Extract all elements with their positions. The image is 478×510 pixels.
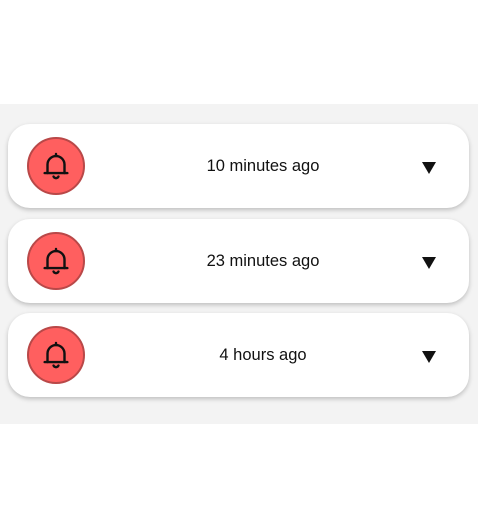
bell-icon-badge	[27, 137, 85, 195]
bell-icon-badge	[27, 326, 85, 384]
bell-icon	[43, 247, 69, 275]
bell-icon	[43, 152, 69, 180]
chevron-down-icon[interactable]	[419, 346, 439, 366]
notification-card[interactable]: 23 minutes ago	[8, 219, 469, 303]
bell-icon-badge	[27, 232, 85, 290]
notification-time: 4 hours ago	[219, 345, 307, 364]
notification-card[interactable]: 4 hours ago	[8, 313, 469, 397]
notification-time: 10 minutes ago	[206, 156, 320, 175]
chevron-down-icon[interactable]	[419, 157, 439, 177]
notification-card[interactable]: 10 minutes ago	[8, 124, 469, 208]
chevron-down-icon[interactable]	[419, 252, 439, 272]
bell-icon	[43, 341, 69, 369]
notification-time: 23 minutes ago	[206, 251, 320, 270]
